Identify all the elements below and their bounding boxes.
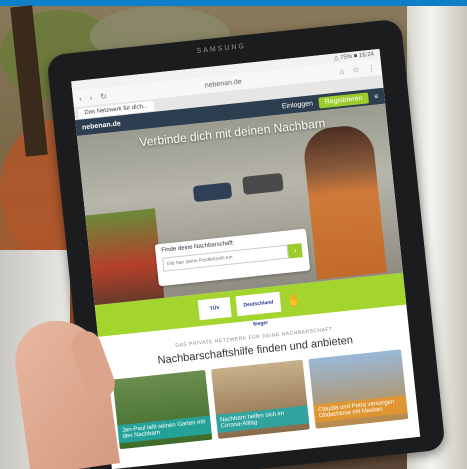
card-caption: Nachbarn helfen sich im Corona-Alltag [215, 405, 310, 433]
top-strip [0, 0, 467, 6]
star-icon[interactable]: ☆ [352, 65, 360, 75]
device-brand: SAMSUNG [196, 42, 247, 56]
site-logo[interactable]: nebenan.de [82, 120, 121, 131]
tablet-screen: △ 75% ■ 16:24 ‹ › ↻ nebenan.de ⌂ ☆ ⋮ Das… [71, 48, 421, 469]
story-card[interactable]: Nachbarn helfen sich im Corona-Alltag [210, 359, 311, 439]
tuv-badge: TÜV [197, 296, 232, 321]
photo-scene: SAMSUNG △ 75% ■ 16:24 ‹ › ↻ nebenan.de ⌂… [0, 0, 467, 469]
hero-banner: Verbinde dich mit deinen Nachbarn Finde … [76, 103, 403, 306]
hamburger-icon[interactable]: ≡ [374, 93, 379, 100]
menu-icon[interactable]: ⋮ [367, 63, 376, 73]
card-caption: Jan-Paul teilt seinen Garten mit den Nac… [117, 415, 212, 444]
award-badge: Deutschland Sieger [235, 291, 282, 328]
forward-icon[interactable]: › [89, 93, 93, 102]
login-button[interactable]: Einloggen [282, 100, 314, 110]
market-stall [85, 208, 165, 306]
search-submit-icon[interactable]: › [287, 243, 303, 259]
search-card: Finde deine Nachbarschaft: › [154, 228, 311, 287]
hero-person [301, 123, 387, 280]
hand-icon: ✋ [286, 292, 303, 308]
story-card[interactable]: Claudia und Petra versorgen Obdachlose m… [308, 349, 409, 429]
home-icon[interactable]: ⌂ [339, 66, 345, 75]
back-icon[interactable]: ‹ [79, 94, 83, 103]
refresh-icon[interactable]: ↻ [100, 91, 108, 101]
car [242, 172, 284, 195]
car [192, 182, 233, 203]
card-caption: Claudia und Petra versorgen Obdachlose m… [313, 395, 408, 423]
story-card[interactable]: Jan-Paul teilt seinen Garten mit den Nac… [112, 369, 213, 450]
